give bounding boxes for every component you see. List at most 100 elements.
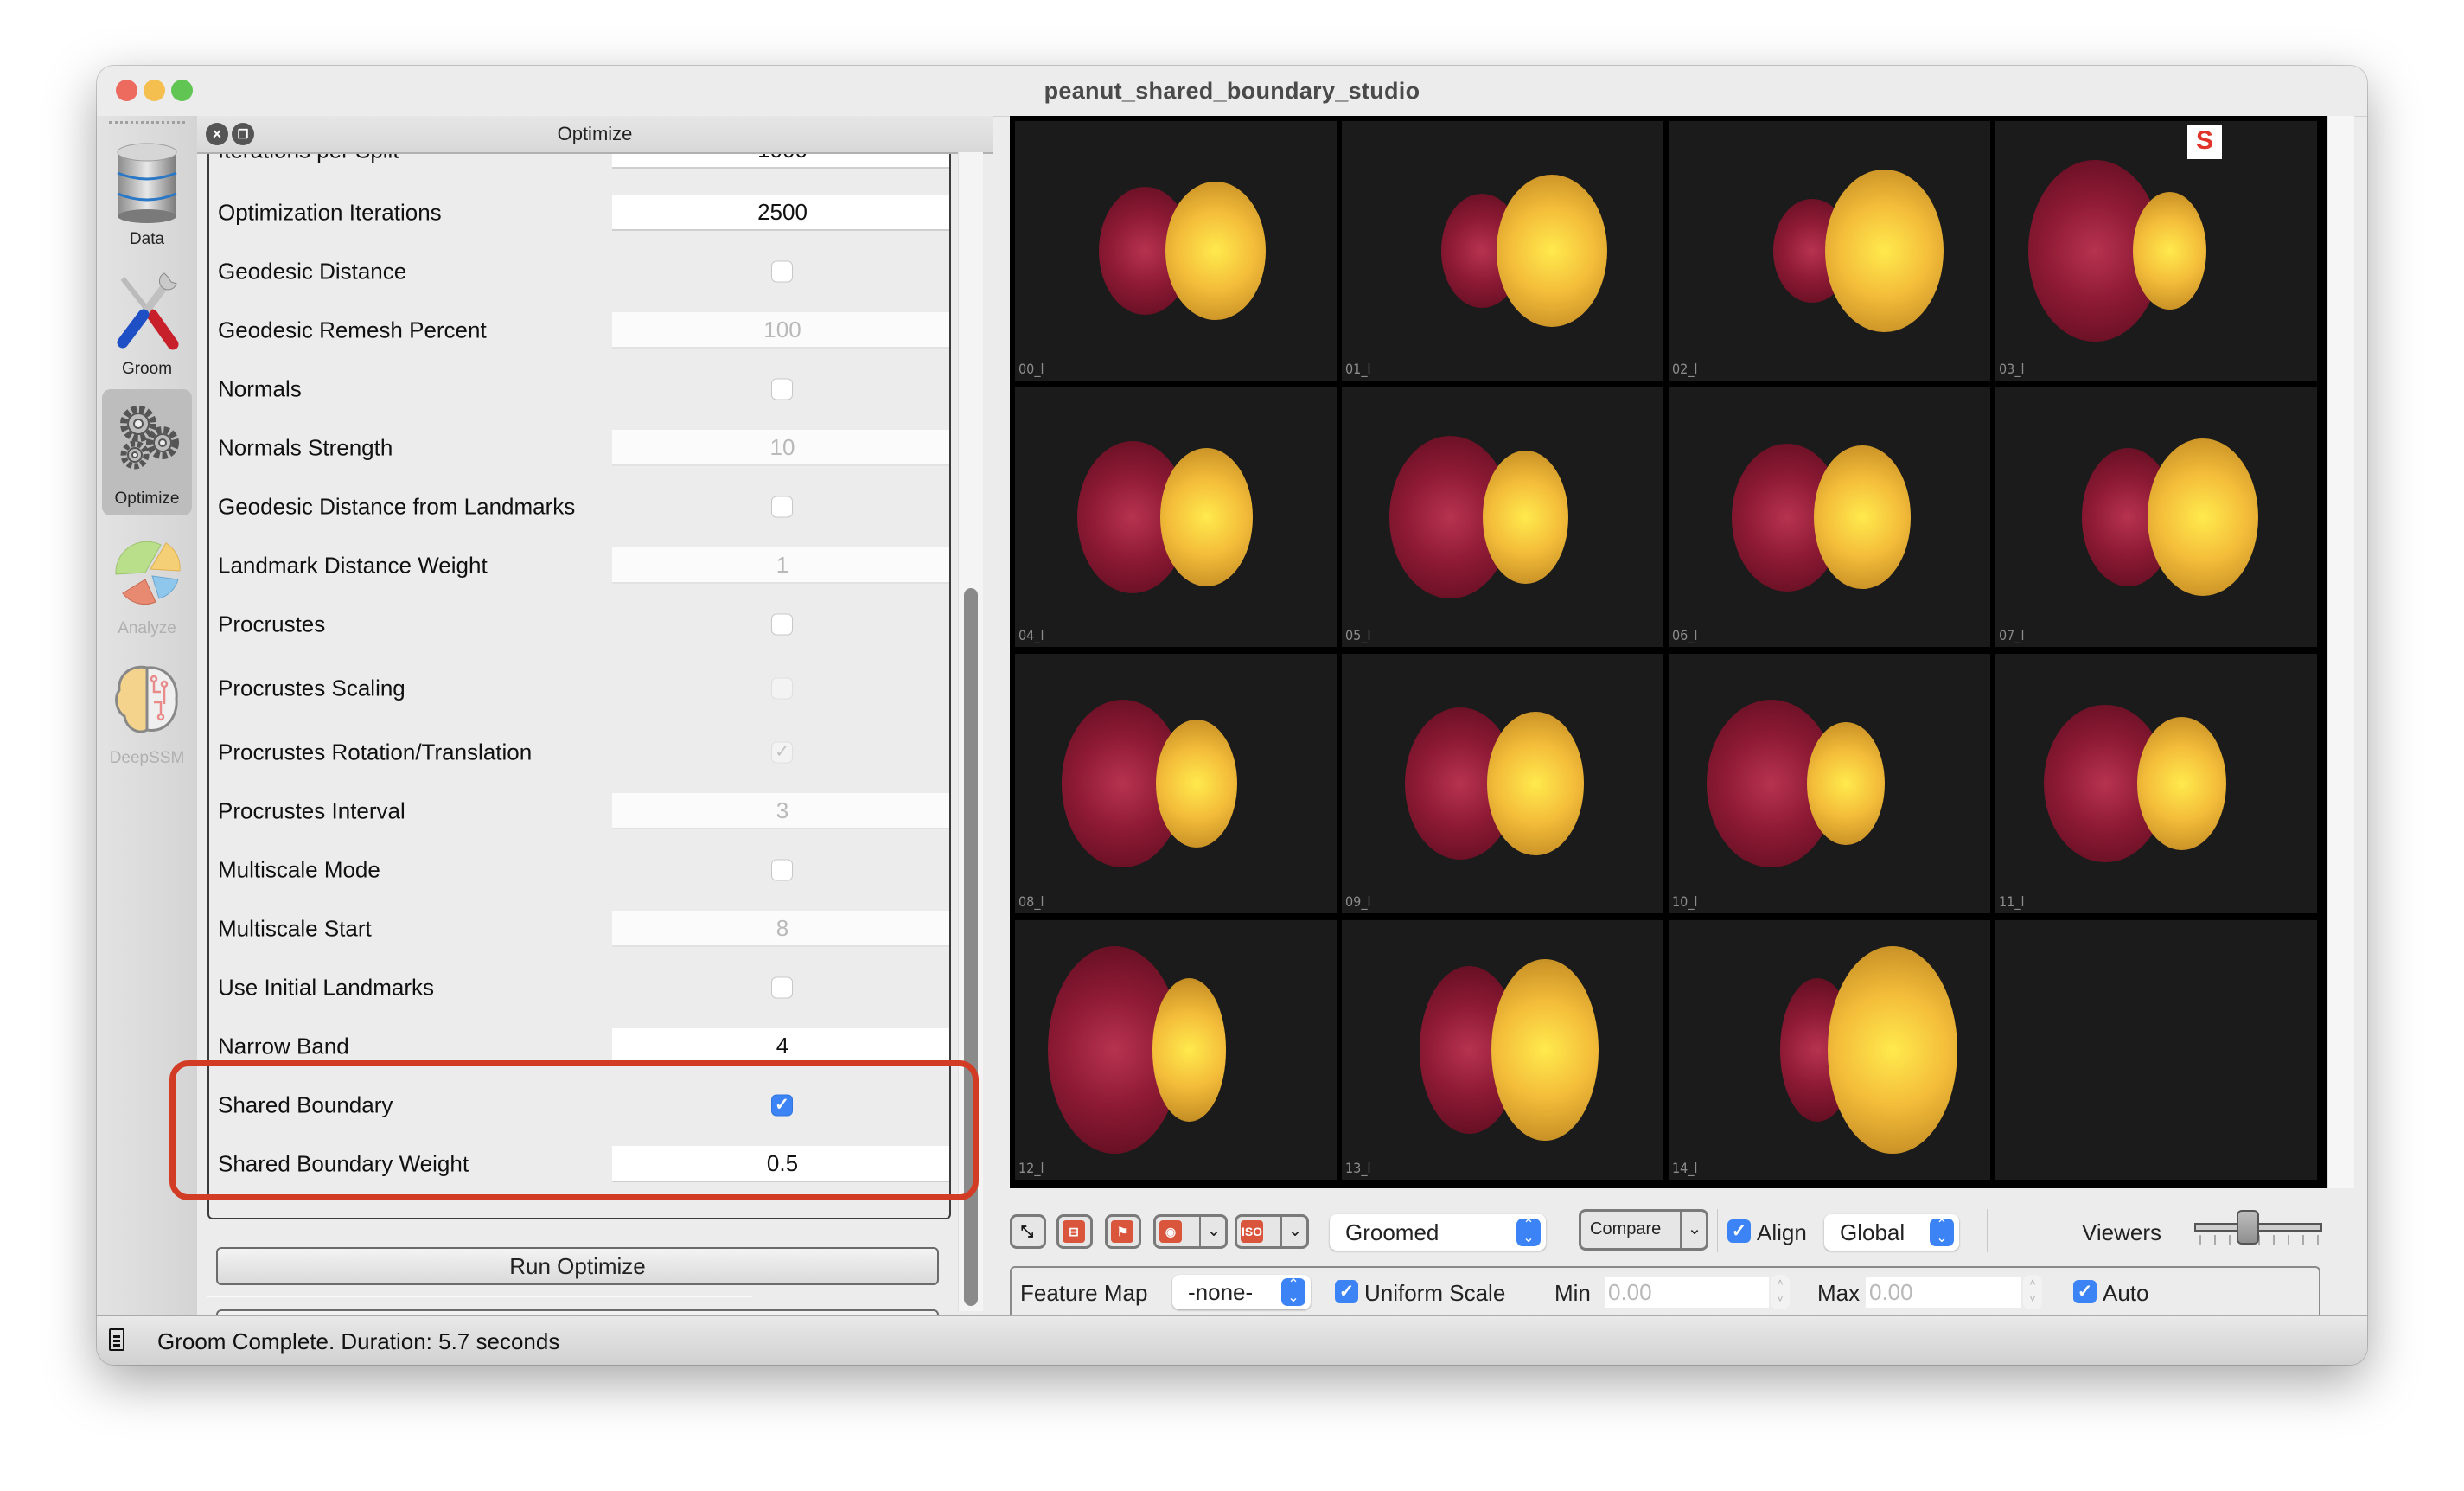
auto-label: Auto	[2103, 1280, 2149, 1306]
align-mode-select[interactable]: Global ⌃ ⌄	[1824, 1214, 1959, 1251]
tile-label: 09_l	[1345, 893, 1371, 910]
tile-label: 11_l	[1999, 893, 2025, 910]
max-spinner[interactable]: ˄ ˅	[2023, 1275, 2042, 1309]
viewer-tile[interactable]: 13_l	[1342, 920, 1663, 1180]
viewer-grid[interactable]: 00_l 01_l 02_l 03_l 04_l 05_l 06_l 07_l 08_l 09_l…	[1010, 116, 2327, 1188]
run-optimize-button[interactable]: Run Optimize	[216, 1247, 939, 1285]
align-checkbox[interactable]: ✓	[1727, 1219, 1751, 1243]
database-icon	[117, 143, 177, 223]
chevron-down-icon[interactable]: ⌄	[1680, 1212, 1708, 1248]
row-label-multiscale-mode: Multiscale Mode	[218, 856, 380, 883]
feature-map-value: -none-	[1188, 1279, 1254, 1305]
align-label: Align	[1757, 1219, 1807, 1245]
viewer-tile[interactable]: 09_l	[1342, 654, 1663, 913]
row-label-geodesic-remesh-percent: Geodesic Remesh Percent	[218, 317, 487, 343]
viewer-tile[interactable]: 07_l	[1995, 387, 2317, 647]
viewer-tile-empty[interactable]	[1995, 920, 2317, 1180]
row-label-shared-boundary: Shared Boundary	[218, 1091, 393, 1118]
viewer-tile[interactable]: 01_l	[1342, 121, 1663, 381]
sidebar-label-optimize: Optimize	[114, 490, 180, 508]
panel-scrollbar-thumb[interactable]	[964, 588, 978, 1306]
tile-label: 13_l	[1345, 1160, 1371, 1176]
chevron-down-icon[interactable]: ⌄	[1199, 1217, 1227, 1246]
optimization-iterations-input[interactable]: 2500	[612, 195, 949, 231]
display-mode-select[interactable]: Groomed ⌃ ⌄	[1330, 1214, 1546, 1251]
align-mode-value: Global	[1840, 1219, 1905, 1245]
use-initial-landmarks-checkbox[interactable]	[771, 976, 793, 999]
updown-arrows-icon: ⌃ ⌄	[1281, 1278, 1305, 1306]
drag-handle[interactable]	[109, 121, 185, 127]
iso-surface-button[interactable]: ISO ⌄	[1235, 1214, 1309, 1249]
geodesic-distance-checkbox[interactable]	[771, 260, 793, 283]
min-input[interactable]: 0.00	[1605, 1277, 1769, 1308]
viewer-tile[interactable]: 11_l	[1995, 654, 2317, 913]
max-input[interactable]: 0.00	[1866, 1277, 2021, 1308]
viewer-tile[interactable]: 12_l	[1015, 920, 1337, 1180]
row-label-normals-strength: Normals Strength	[218, 434, 393, 461]
auto-view-icon: ⤡	[1020, 1223, 1034, 1240]
sidebar-label-groom: Groom	[121, 360, 173, 378]
uniform-scale-checkbox[interactable]: ✓	[1335, 1280, 1358, 1303]
tile-label: 14_l	[1672, 1160, 1698, 1176]
module-sidebar: Data Groom Optimize Analyze DeepSSM	[97, 116, 198, 1315]
narrow-band-input[interactable]: 4	[612, 1028, 949, 1065]
center-button[interactable]: ⊟	[1056, 1214, 1093, 1249]
shared-boundary-checkbox[interactable]: ✓	[771, 1094, 793, 1117]
viewer-tile[interactable]: 02_l	[1669, 121, 1990, 381]
viewer-tile[interactable]: 14_l	[1669, 920, 1990, 1180]
divider	[207, 1296, 752, 1297]
viewers-slider-thumb[interactable]	[2236, 1210, 2259, 1245]
domain-2-shape	[1497, 174, 1608, 328]
domain-2-shape	[1807, 721, 1886, 846]
viewer-tile[interactable]: 05_l	[1342, 387, 1663, 647]
viewer-tile[interactable]: 06_l	[1669, 387, 1990, 647]
tile-label: 10_l	[1672, 893, 1698, 910]
shared-boundary-weight-input[interactable]: 0.5	[612, 1146, 949, 1182]
viewer-scroll-area	[2327, 116, 2354, 1188]
viewer-tile[interactable]: 04_l	[1015, 387, 1337, 647]
tile-label: 07_l	[1999, 627, 2025, 643]
status-bar: Groom Complete. Duration: 5.7 seconds	[97, 1315, 2367, 1365]
domain-2-shape	[1814, 445, 1911, 589]
window-title: peanut_shared_boundary_studio	[1044, 78, 1420, 104]
row-label-landmark-distance-weight: Landmark Distance Weight	[218, 552, 488, 579]
sidebar-label-analyze: Analyze	[118, 619, 176, 637]
geodesic-distance-from-landmarks-checkbox[interactable]	[771, 496, 793, 518]
min-spinner[interactable]: ˄ ˅	[1771, 1275, 1790, 1309]
landmarks-button[interactable]: ⚑	[1105, 1214, 1141, 1249]
domain-2-shape	[1825, 169, 1944, 333]
title-bar: peanut_shared_boundary_studio	[97, 66, 2367, 117]
tile-label: 06_l	[1672, 627, 1698, 643]
multiscale-start-input: 8	[612, 911, 949, 947]
sidebar-label-deepssm: DeepSSM	[109, 749, 185, 767]
viewer-tile[interactable]: 08_l	[1015, 654, 1337, 913]
multiscale-mode-checkbox[interactable]	[771, 859, 793, 881]
procrustes-checkbox[interactable]	[771, 613, 793, 636]
sidebar-item-groom[interactable]: Groom	[102, 259, 192, 386]
tile-label: 00_l	[1018, 361, 1044, 377]
row-label-shared-boundary-weight: Shared Boundary Weight	[218, 1150, 469, 1177]
normals-checkbox[interactable]	[771, 378, 793, 400]
auto-view-button[interactable]: ⤡	[1010, 1214, 1046, 1249]
iterations-per-split-input[interactable]: 1000	[612, 154, 949, 169]
visibility-button[interactable]: ◉ ⌄	[1153, 1214, 1228, 1249]
viewer-tile[interactable]: 10_l	[1669, 654, 1990, 913]
feature-map-select[interactable]: -none- ⌃ ⌄	[1172, 1275, 1311, 1309]
compare-button[interactable]: Compare ⌄	[1579, 1209, 1708, 1251]
updown-arrows-icon: ⌃ ⌄	[1930, 1219, 1954, 1246]
domain-2-shape	[1491, 958, 1599, 1142]
panel-header: × ❐ Optimize	[197, 116, 993, 154]
toolbar-separator	[1987, 1209, 1988, 1252]
sidebar-item-analyze[interactable]: Analyze	[102, 519, 192, 645]
geodesic-remesh-percent-input: 100	[612, 312, 949, 349]
log-document-icon[interactable]	[109, 1328, 124, 1351]
sidebar-item-data[interactable]: Data	[102, 130, 192, 256]
sidebar-item-optimize[interactable]: Optimize	[102, 389, 192, 515]
viewer-tile[interactable]: 03_l	[1995, 121, 2317, 381]
compare-label: Compare	[1590, 1219, 1662, 1238]
auto-checkbox[interactable]: ✓	[2073, 1280, 2097, 1303]
sidebar-item-deepssm[interactable]: DeepSSM	[102, 649, 192, 775]
center-icon: ⊟	[1063, 1220, 1085, 1243]
viewer-tile[interactable]: 00_l	[1015, 121, 1337, 381]
chevron-down-icon[interactable]: ⌄	[1280, 1217, 1308, 1246]
